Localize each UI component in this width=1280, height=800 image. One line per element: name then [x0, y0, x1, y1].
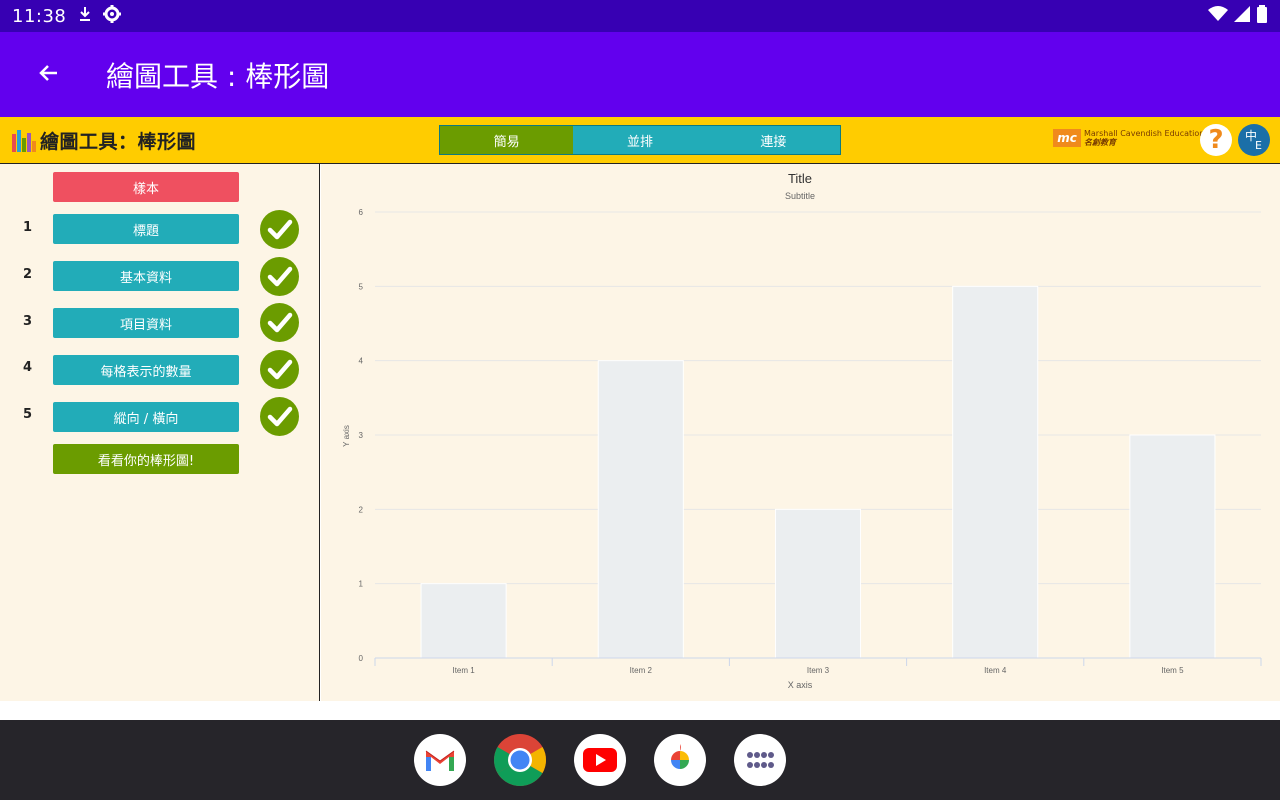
app-bar: 繪圖工具 : 棒形圖 — [0, 32, 1280, 117]
tool-header: 繪圖工具：棒形圖 簡易 並排 連接 mc Marshall Cavendish … — [0, 117, 1280, 164]
x-tick-label: Item 5 — [1161, 666, 1184, 675]
bar — [420, 583, 507, 659]
language-toggle-button[interactable]: 中 E — [1238, 124, 1270, 156]
youtube-icon[interactable] — [574, 734, 626, 786]
brand-mark: mc — [1053, 129, 1081, 147]
step-basic-info-button[interactable]: 基本資料 — [53, 261, 239, 291]
signal-icon — [1234, 6, 1250, 26]
chart-panel: Title Subtitle X axis Y axis 0 1 2 3 4 5 6 Ite… — [321, 164, 1280, 701]
tool-title: 繪圖工具：棒形圖 — [40, 131, 197, 153]
app-dock — [0, 720, 1280, 800]
back-arrow-icon — [37, 61, 61, 89]
step-number: 3 — [23, 314, 33, 329]
x-tick-label: Item 2 — [630, 666, 653, 675]
chart-title: Title — [788, 171, 812, 186]
brand-logo: mc Marshall Cavendish Education 名創教育 — [1053, 129, 1204, 147]
y-tick-label: 3 — [359, 431, 364, 440]
settings-status-icon — [102, 4, 122, 28]
check-icon — [260, 303, 299, 342]
x-tick-label: Item 4 — [984, 666, 1007, 675]
step-title-button[interactable]: 標題 — [53, 214, 239, 244]
back-button[interactable] — [0, 32, 98, 117]
status-bar: 11:38 — [0, 0, 1280, 32]
bar — [952, 285, 1039, 659]
tab-simple[interactable]: 簡易 — [440, 126, 574, 154]
help-button[interactable]: ? — [1200, 124, 1232, 156]
step-number: 2 — [23, 267, 33, 282]
lang-en-label: E — [1255, 139, 1262, 152]
wifi-icon — [1208, 6, 1228, 26]
y-tick-label: 5 — [359, 282, 364, 291]
y-tick-label: 2 — [359, 505, 364, 514]
battery-icon — [1256, 5, 1268, 27]
chrome-icon[interactable] — [494, 734, 546, 786]
x-tick-label: Item 3 — [807, 666, 830, 675]
bar — [597, 360, 684, 659]
y-axis-label: Y axis — [342, 425, 351, 447]
content-bottom-gap — [0, 701, 1280, 720]
y-tick-label: 0 — [359, 654, 364, 663]
bar-chart: Title Subtitle X axis Y axis 0 1 2 3 4 5 6 Ite… — [342, 171, 1262, 690]
step-scale-button[interactable]: 每格表示的數量 — [53, 355, 239, 385]
gmail-icon[interactable] — [414, 734, 466, 786]
download-status-icon — [78, 6, 92, 26]
app-drawer-icon[interactable] — [734, 734, 786, 786]
check-icon — [260, 350, 299, 389]
tab-connected[interactable]: 連接 — [706, 126, 840, 154]
check-icon — [260, 210, 299, 249]
view-chart-button[interactable]: 看看你的棒形圖! — [53, 444, 239, 474]
photos-icon[interactable] — [654, 734, 706, 786]
bar — [774, 508, 862, 659]
tab-side-by-side[interactable]: 並排 — [573, 126, 707, 154]
step-number: 1 — [23, 220, 33, 235]
check-icon — [260, 397, 299, 436]
y-tick-label: 4 — [359, 357, 364, 366]
steps-panel: 樣本 1 標題 2 基本資料 3 項目資料 4 每格表示的數量 5 縱向 / 橫… — [0, 164, 320, 701]
x-tick-label: Item 1 — [452, 666, 475, 675]
mode-tabs: 簡易 並排 連接 — [439, 125, 841, 155]
y-tick-label: 1 — [359, 580, 364, 589]
app-title: 繪圖工具 : 棒形圖 — [106, 59, 330, 93]
y-tick-label: 6 — [359, 208, 364, 217]
tool-logo: 繪圖工具：棒形圖 — [12, 127, 196, 154]
step-item-data-button[interactable]: 項目資料 — [53, 308, 239, 338]
x-axis-label: X axis — [788, 680, 813, 690]
brand-name-en: Marshall Cavendish Education — [1084, 129, 1205, 138]
step-number: 4 — [23, 360, 33, 375]
sample-button[interactable]: 樣本 — [53, 172, 239, 202]
bar — [1129, 434, 1216, 659]
check-icon — [260, 257, 299, 296]
step-number: 5 — [23, 407, 33, 422]
step-orientation-button[interactable]: 縱向 / 橫向 — [53, 402, 239, 432]
chart-subtitle: Subtitle — [785, 191, 815, 201]
brand-name-zh: 名創教育 — [1084, 138, 1116, 147]
status-time: 11:38 — [12, 5, 67, 27]
bar-chart-logo-icon — [12, 129, 36, 152]
